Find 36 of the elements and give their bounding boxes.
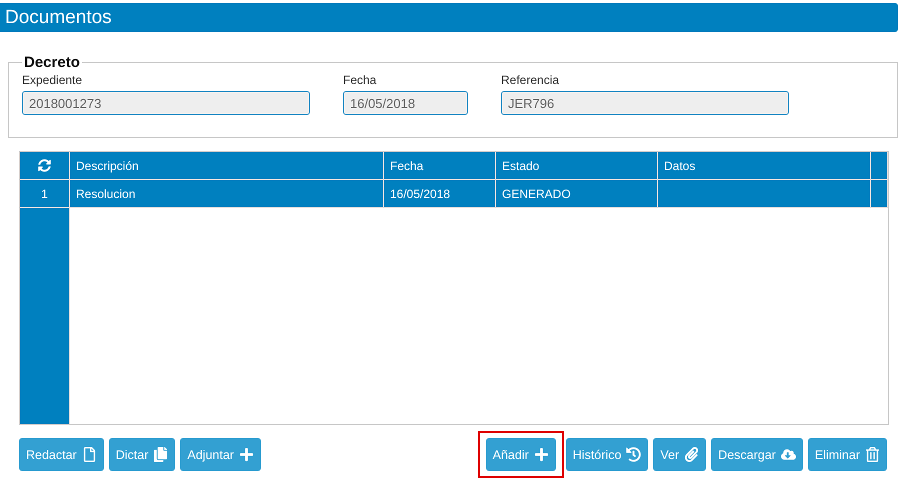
cloud-download-icon xyxy=(780,447,796,462)
table-cell: 16/05/2018 xyxy=(384,180,496,208)
field-label: Expediente xyxy=(22,73,84,87)
input-field[interactable]: 2018001273 xyxy=(22,91,310,115)
action-button[interactable]: Redactar xyxy=(19,438,104,471)
refresh-header[interactable] xyxy=(20,152,70,180)
action-button[interactable]: Añadir xyxy=(486,438,556,471)
column-header[interactable]: Datos xyxy=(658,152,871,180)
table-cell: Resolucion xyxy=(70,180,384,208)
field-label: Fecha xyxy=(343,73,378,87)
file-icon xyxy=(82,447,97,462)
input-field[interactable]: 16/05/2018 xyxy=(343,91,468,115)
action-button[interactable]: Histórico xyxy=(566,438,648,471)
column-header[interactable]: Descripción xyxy=(70,152,384,180)
files-icon xyxy=(153,447,168,462)
trash-icon xyxy=(865,447,880,462)
column-header xyxy=(871,152,888,180)
plus-icon xyxy=(534,447,549,462)
refresh-icon xyxy=(38,159,51,172)
column-header[interactable]: Estado xyxy=(496,152,658,180)
plus-icon xyxy=(238,447,254,462)
panel-legend: Decreto xyxy=(22,54,82,71)
action-button[interactable]: Descargar xyxy=(711,438,803,471)
table-cell xyxy=(871,180,888,208)
history-icon xyxy=(626,447,642,462)
field-label: Referencia xyxy=(501,73,560,87)
action-button[interactable]: Eliminar xyxy=(808,438,887,471)
column-header[interactable]: Fecha xyxy=(384,152,496,180)
input-field[interactable]: JER796 xyxy=(501,91,789,115)
row-number: 1 xyxy=(20,180,70,208)
window-title: Documentos xyxy=(5,6,112,28)
paperclip-icon xyxy=(684,447,700,462)
action-button[interactable]: Dictar xyxy=(108,438,176,471)
action-button[interactable]: Adjuntar xyxy=(180,438,261,471)
table-cell: GENERADO xyxy=(496,180,658,208)
action-button[interactable]: Ver xyxy=(653,438,706,471)
